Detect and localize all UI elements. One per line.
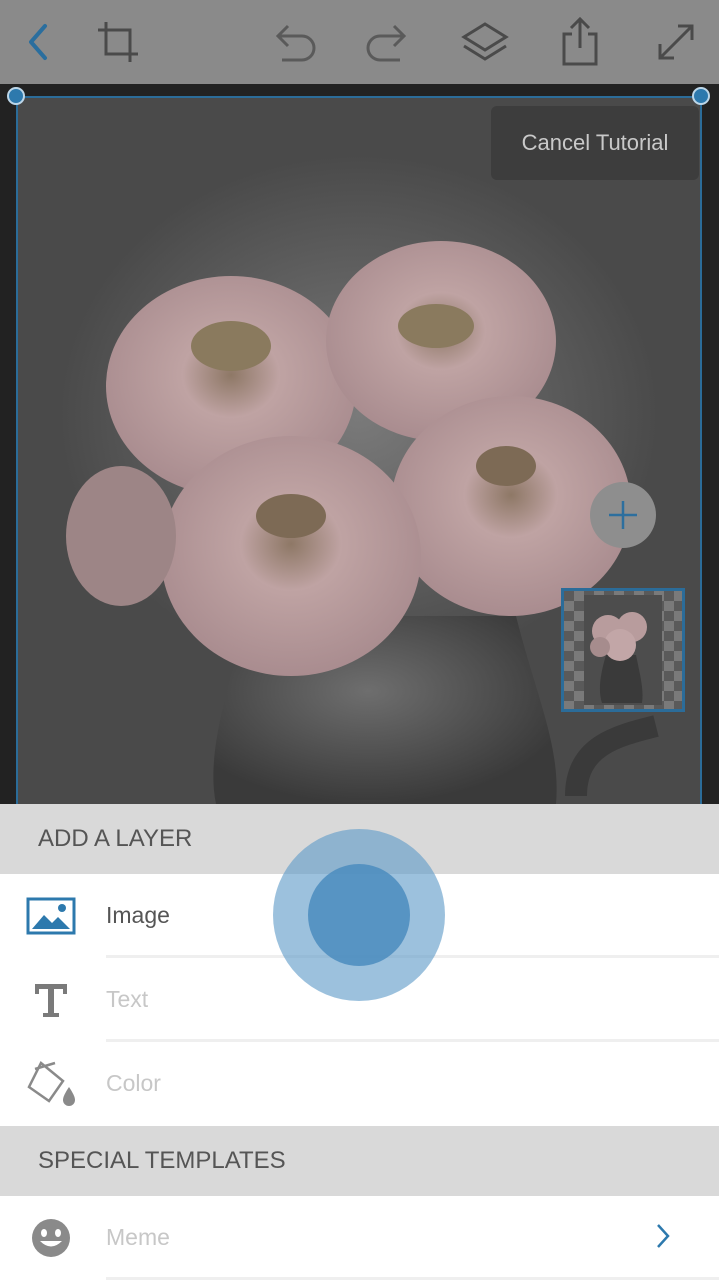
expand-icon — [658, 24, 694, 60]
layer-thumbnail[interactable] — [561, 588, 685, 712]
share-icon — [562, 16, 598, 66]
add-color-layer-item[interactable]: Color — [0, 1042, 719, 1126]
image-item-label: Image — [106, 902, 170, 928]
resize-handle-top-right[interactable] — [692, 87, 710, 105]
redo-icon — [366, 24, 407, 62]
share-button[interactable] — [550, 12, 610, 72]
undo-button[interactable] — [264, 12, 324, 72]
color-item-label: Color — [106, 1070, 161, 1096]
back-chevron-icon — [29, 24, 47, 60]
cancel-tutorial-button[interactable]: Cancel Tutorial — [491, 106, 699, 180]
undo-icon — [275, 24, 316, 62]
meme-item-label: Meme — [106, 1224, 170, 1250]
layer-thumbnail-image — [564, 591, 682, 709]
paint-bucket-icon — [22, 1058, 80, 1110]
crop-icon — [98, 22, 138, 62]
fullscreen-button[interactable] — [646, 12, 706, 72]
resize-handle-top-left[interactable] — [7, 87, 25, 105]
layers-button[interactable] — [455, 12, 515, 72]
tutorial-tap-indicator-center — [308, 864, 410, 966]
redo-button[interactable] — [358, 12, 418, 72]
text-item-label: Text — [106, 986, 149, 1012]
image-icon — [22, 890, 80, 942]
special-templates-header: SPECIAL TEMPLATES — [0, 1126, 719, 1196]
smiley-icon — [22, 1212, 80, 1264]
back-button[interactable] — [8, 12, 68, 72]
editing-canvas[interactable]: Cancel Tutorial — [0, 84, 719, 804]
layers-icon — [461, 22, 509, 61]
top-toolbar — [0, 0, 719, 84]
text-icon — [22, 974, 80, 1026]
add-layer-button[interactable] — [590, 482, 656, 548]
plus-icon — [609, 501, 637, 529]
chevron-right-icon — [657, 1224, 670, 1248]
meme-template-item[interactable]: Meme — [0, 1196, 719, 1280]
crop-button[interactable] — [88, 12, 148, 72]
